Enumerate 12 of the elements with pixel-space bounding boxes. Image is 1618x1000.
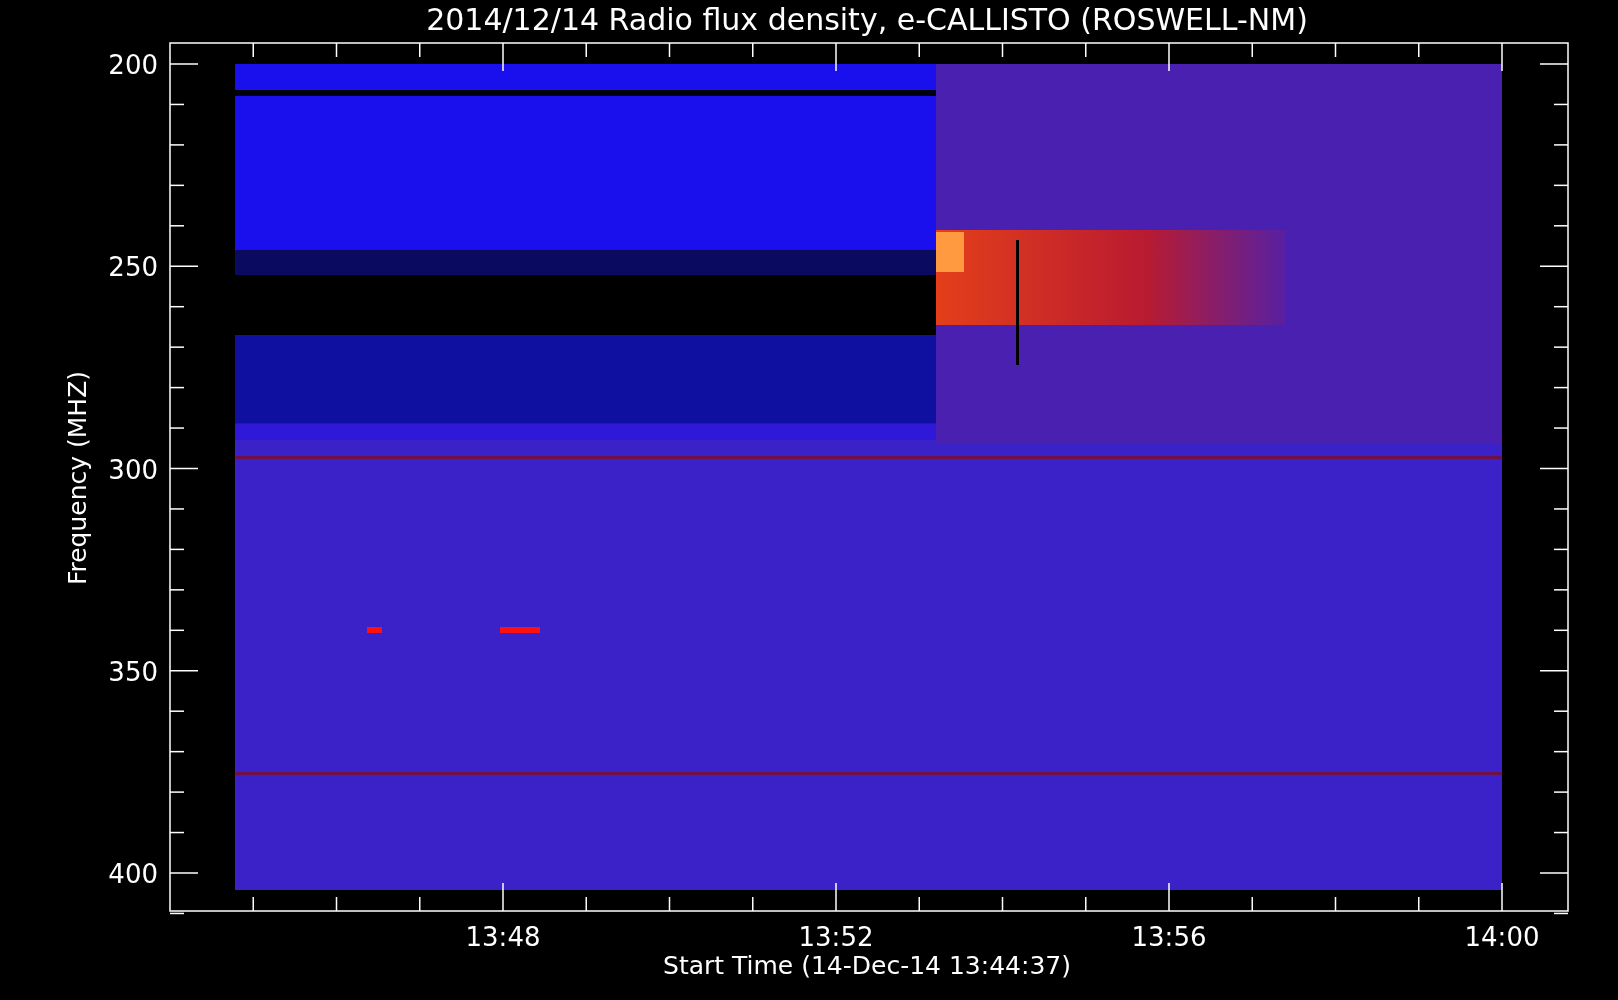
y-tick-label: 200 [108,50,158,80]
y-tick-label: 350 [108,656,158,687]
y-axis-label: Frequency (MHZ) [63,370,92,586]
y-tick-label: 400 [108,859,158,889]
x-axis-label: Start Time (14-Dec-14 13:44:37) [663,951,1071,980]
x-tick-label: 13:52 [798,922,874,952]
chart-title: 2014/12/14 Radio flux density, e-CALLISTO (ROSWELL-NM) [426,2,1308,37]
x-tick-label: 13:48 [465,922,541,952]
y-tick-label: 250 [108,252,158,283]
x-tick-label: 14:00 [1464,922,1540,952]
y-tick-label: 300 [108,454,158,485]
x-tick-label: 13:56 [1131,922,1207,952]
